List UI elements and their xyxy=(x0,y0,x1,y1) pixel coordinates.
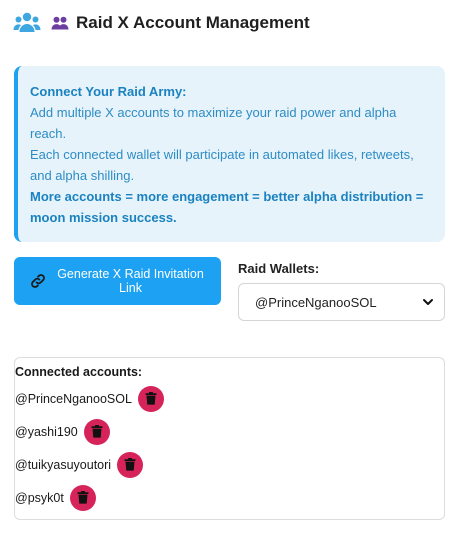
delete-account-button[interactable] xyxy=(137,385,164,412)
page-title: Raid X Account Management xyxy=(76,13,310,32)
raid-wallets-select[interactable]: @PrinceNganooSOL xyxy=(238,283,445,321)
connected-accounts-title: Connected accounts: xyxy=(15,365,143,379)
user-group-icon xyxy=(50,13,70,33)
trash-icon xyxy=(77,491,89,504)
connected-accounts-panel: Connected accounts: @PrinceNganooSOL @ya… xyxy=(14,357,445,520)
page-header: Raid X Account Management xyxy=(12,8,310,38)
generate-invitation-link-button[interactable]: Generate X Raid Invitation Link xyxy=(14,257,221,305)
trash-icon xyxy=(124,458,136,471)
link-icon xyxy=(31,274,45,288)
raid-wallets-label: Raid Wallets: xyxy=(238,261,320,276)
trash-icon xyxy=(91,425,103,438)
account-row: @yashi190 xyxy=(15,415,444,448)
raid-wallets-selected-value: @PrinceNganooSOL xyxy=(255,294,377,310)
delete-account-button[interactable] xyxy=(83,418,110,445)
info-line-1: Add multiple X accounts to maximize your… xyxy=(30,105,397,141)
info-line-2: Each connected wallet will participate i… xyxy=(30,147,414,183)
account-handle: @psyk0t xyxy=(15,490,64,505)
account-handle: @tuikyasuyoutori xyxy=(15,457,112,472)
account-handle: @PrinceNganooSOL xyxy=(15,391,132,406)
account-row: @tuikyasuyoutori xyxy=(15,448,444,481)
info-box: Connect Your Raid Army: Add multiple X a… xyxy=(14,66,445,242)
account-row: @PrinceNganooSOL xyxy=(15,382,444,415)
generate-button-label: Generate X Raid Invitation Link xyxy=(57,267,204,295)
chevron-down-icon xyxy=(423,299,433,305)
account-row: @psyk0t xyxy=(15,481,444,514)
delete-account-button[interactable] xyxy=(117,451,144,478)
users-icon xyxy=(12,8,42,38)
info-heading: Connect Your Raid Army: xyxy=(30,84,187,99)
trash-icon xyxy=(145,392,157,405)
info-emphasis: More accounts = more engagement = better… xyxy=(30,189,424,225)
account-handle: @yashi190 xyxy=(15,424,78,439)
delete-account-button[interactable] xyxy=(69,484,96,511)
